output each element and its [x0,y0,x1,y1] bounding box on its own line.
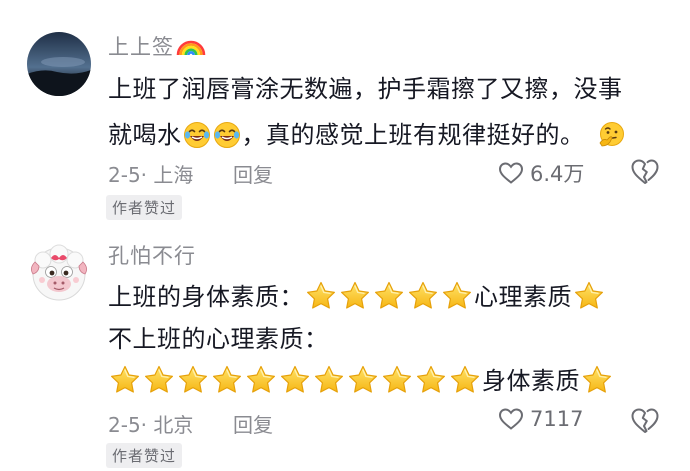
text-segment: 上班的身体素质： [108,283,304,311]
username[interactable]: 孔怕不行 [108,240,196,270]
dislike-button[interactable] [630,407,660,435]
comment-item: 孔怕不行 上班的身体素质： 心理素质 不上班的心理素质： 身体素质 2-5· 北京… [0,232,690,471]
avatar[interactable] [27,32,91,96]
comment-line: 上班了润唇膏涂无数遍，护手霜擦了又擦，没事 [108,75,623,103]
comment-text: 上班了润唇膏涂无数遍，护手霜擦了又擦，没事 就喝水 ，真的感觉上班有规律挺好的。 [108,66,668,158]
broken-heart-icon [631,159,659,184]
star-emoji-icon [245,364,277,396]
star-emoji-icon [109,364,141,396]
star-group [572,283,606,311]
like-count: 6.4万 [530,162,585,186]
star-group [108,367,482,395]
star-emoji-icon [313,364,345,396]
thinking-face-emoji-icon [597,121,625,149]
star-emoji-icon [177,364,209,396]
comment-line: 身体素质 [108,360,668,402]
text-segment: 就喝水 [108,121,182,149]
text-segment: ，真的感觉上班有规律挺好的。 [241,121,585,149]
dislike-button[interactable] [630,158,660,186]
text-segment: 身体素质 [482,367,580,395]
date-location: 2-5· 上海 [108,163,194,187]
star-group [580,367,614,395]
star-group [304,283,474,311]
star-emoji-icon [381,364,413,396]
comment-meta: 2-5· 北京 回复 [108,409,273,438]
star-emoji-icon [305,280,337,312]
star-emoji-icon [441,280,473,312]
star-emoji-icon [415,364,447,396]
text-segment: 心理素质 [474,283,572,311]
star-emoji-icon [449,364,481,396]
comment-line: 不上班的心理素质： [108,325,329,353]
comment-line: 就喝水 ，真的感觉上班有规律挺好的。 [108,112,668,158]
star-emoji-icon [373,280,405,312]
broken-heart-icon [631,408,659,433]
tears-of-joy-emoji-icon [213,121,241,149]
star-emoji-icon [279,364,311,396]
comment-item: 上上签 上班了润唇膏涂无数遍，护手霜擦了又擦，没事 就喝水 ，真的感觉上班有规律挺… [0,0,690,230]
star-emoji-icon [211,364,243,396]
comment-line: 上班的身体素质： 心理素质 [108,276,668,318]
star-emoji-icon [581,364,613,396]
rainbow-emoji-icon [176,35,206,57]
heart-outline-icon [498,162,524,184]
like-button[interactable]: 6.4万 [498,158,584,188]
username-text[interactable]: 上上签 [108,35,174,59]
author-liked-badge: 作者赞过 [106,195,183,220]
heart-outline-icon [498,408,524,430]
like-count: 7117 [530,407,584,431]
star-emoji-icon [407,280,439,312]
date-location: 2-5· 北京 [108,413,194,437]
comment-meta: 2-5· 上海 回复 [108,159,273,188]
avatar[interactable] [27,240,91,304]
star-emoji-icon [347,364,379,396]
reply-button[interactable]: 回复 [233,409,273,438]
author-liked-badge: 作者赞过 [106,443,183,468]
like-button[interactable]: 7117 [498,407,583,431]
comment-text: 上班的身体素质： 心理素质 不上班的心理素质： 身体素质 [108,276,668,402]
tears-of-joy-emoji-icon [183,121,211,149]
star-emoji-icon [339,280,371,312]
star-emoji-icon [573,280,605,312]
star-emoji-icon [143,364,175,396]
reply-button[interactable]: 回复 [233,159,273,188]
username[interactable]: 上上签 [108,31,206,61]
